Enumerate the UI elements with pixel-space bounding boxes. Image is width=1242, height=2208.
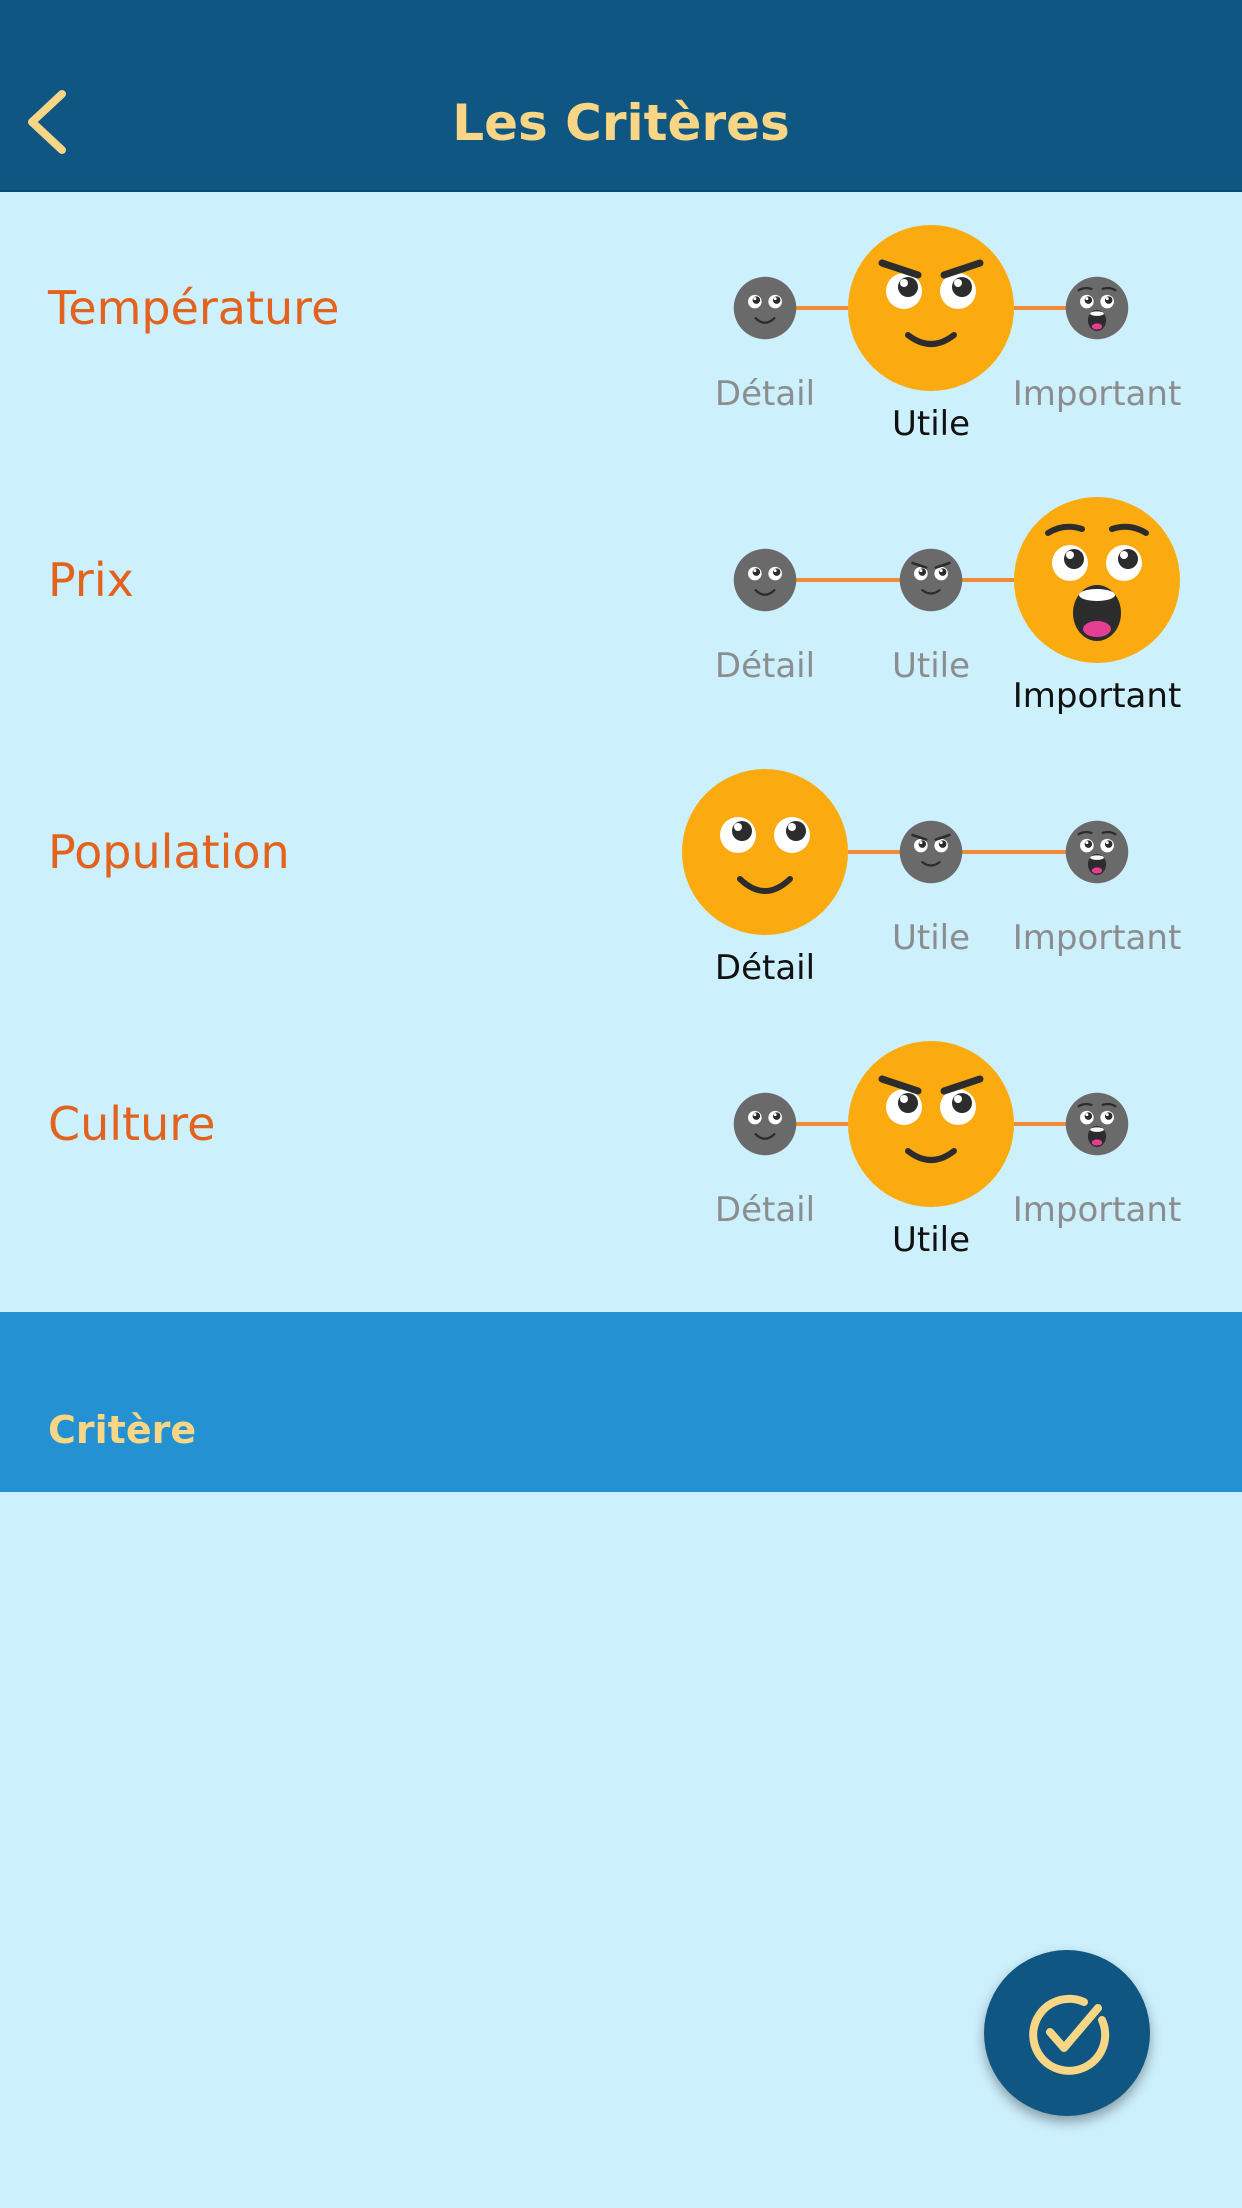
scale-line <box>961 578 1014 582</box>
shocked-face-icon <box>1065 1092 1129 1156</box>
criterion-row: Culture Détail Utile Important <box>0 1008 1242 1280</box>
scale-line <box>961 850 1067 854</box>
importance-scale: Détail Utile Important <box>0 192 1242 464</box>
section-title: Critère <box>48 1408 197 1452</box>
level-label: Important <box>1012 1190 1182 1230</box>
scale-line <box>1014 1122 1067 1126</box>
smile-face-icon <box>733 548 797 612</box>
level-option-detail[interactable] <box>733 276 797 344</box>
level-option-important[interactable] <box>1065 276 1129 344</box>
level-option-utile[interactable] <box>899 548 963 616</box>
smile-face-icon <box>733 276 797 340</box>
level-option-utile[interactable] <box>846 1039 1016 1213</box>
level-option-utile[interactable] <box>899 820 963 888</box>
determined-face-icon <box>899 820 963 884</box>
scale-line <box>795 306 848 310</box>
level-label: Important <box>1012 374 1182 414</box>
scale-line <box>1014 306 1067 310</box>
importance-scale: Détail Utile Important <box>0 736 1242 1008</box>
shocked-face-icon <box>1014 497 1180 663</box>
smile-face-icon <box>682 769 848 935</box>
importance-scale: Détail Utile Important <box>0 464 1242 736</box>
criterion-row: Prix Détail Utile Important <box>0 464 1242 736</box>
level-label: Important <box>1012 918 1182 958</box>
determined-face-icon <box>848 225 1014 391</box>
level-option-important[interactable] <box>1065 1092 1129 1160</box>
check-circle-icon <box>1029 1994 1110 2075</box>
importance-scale: Détail Utile Important <box>0 1008 1242 1280</box>
level-option-utile[interactable] <box>846 223 1016 397</box>
shocked-face-icon <box>1065 276 1129 340</box>
section-header: Critère <box>0 1312 1242 1492</box>
shocked-face-icon <box>1065 820 1129 884</box>
smile-face-icon <box>733 1092 797 1156</box>
app-bar: Les Critères <box>0 0 1242 192</box>
scale-line <box>795 1122 848 1126</box>
level-option-important[interactable] <box>1012 495 1182 669</box>
level-option-detail[interactable] <box>733 548 797 616</box>
level-option-detail[interactable] <box>680 767 850 941</box>
scale-line <box>795 578 901 582</box>
level-option-important[interactable] <box>1065 820 1129 888</box>
scale-line <box>848 850 901 854</box>
criterion-row: Température Détail Utile Important <box>0 192 1242 464</box>
criterion-row: Population Détail Utile Important <box>0 736 1242 1008</box>
determined-face-icon <box>899 548 963 612</box>
determined-face-icon <box>848 1041 1014 1207</box>
confirm-button[interactable] <box>984 1950 1150 2116</box>
page-title: Les Critères <box>452 94 790 152</box>
level-label: Important <box>1012 676 1182 716</box>
level-option-detail[interactable] <box>733 1092 797 1160</box>
